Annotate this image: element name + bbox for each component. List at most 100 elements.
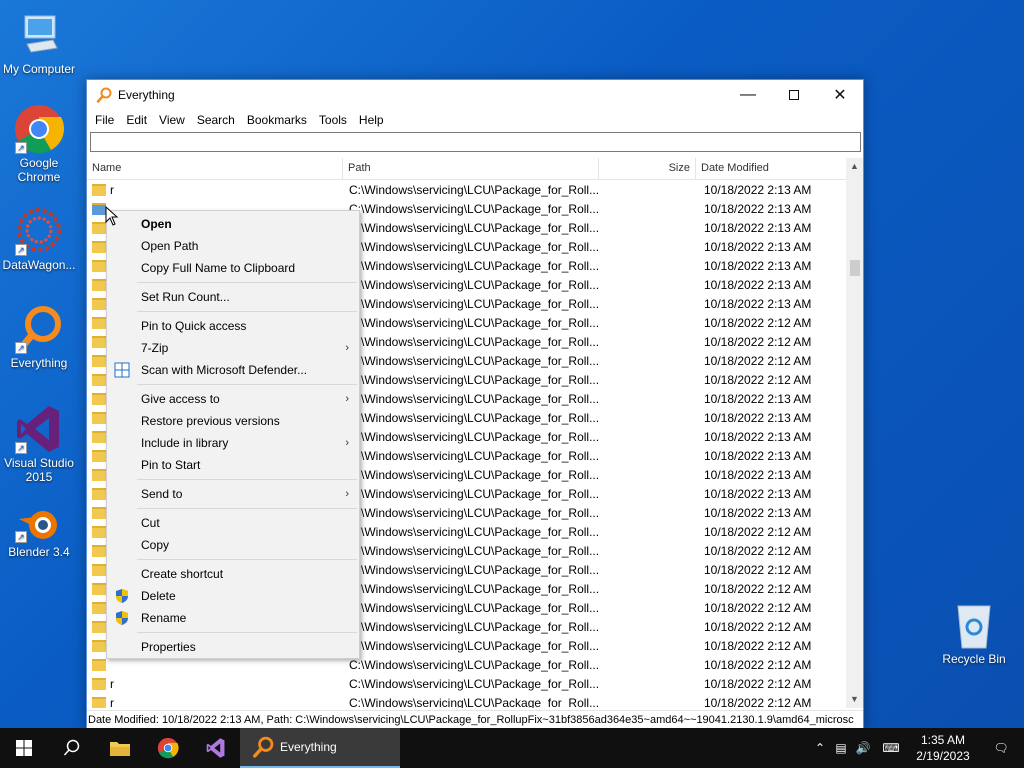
cell-path: C:\Windows\servicing\LCU\Package_for_Rol…: [349, 391, 599, 406]
column-header-date[interactable]: Date Modified: [696, 158, 847, 180]
keyboard-icon[interactable]: ⌨: [874, 741, 908, 755]
menu-tools[interactable]: Tools: [313, 113, 353, 127]
cell-date: 10/18/2022 2:13 AM: [704, 182, 812, 197]
menu-item-restore-previous-versions[interactable]: Restore previous versions: [107, 410, 359, 432]
menu-edit[interactable]: Edit: [120, 113, 153, 127]
desktop-icon-label: Google Chrome: [17, 156, 61, 184]
scrollbar-thumb[interactable]: [850, 260, 860, 276]
cell-date: 10/18/2022 2:13 AM: [704, 201, 812, 216]
notification-icon[interactable]: 🗨: [978, 741, 1024, 755]
menu-item-copy-full-name-to-clipboard[interactable]: Copy Full Name to Clipboard: [107, 257, 359, 279]
cell-path: C:\Windows\servicing\LCU\Package_for_Rol…: [349, 372, 599, 387]
context-menu: Open Open Path Copy Full Name to Clipboard…: [106, 210, 360, 659]
menu-item-scan-with-microsoft-defender[interactable]: Scan with Microsoft Defender...: [107, 359, 359, 381]
menu-item-label: Pin to Start: [141, 458, 201, 472]
chrome-icon: ↗: [13, 104, 65, 154]
desktop-icon-blender[interactable]: ↗ Blender 3.4: [1, 505, 77, 559]
menu-item-7-zip[interactable]: 7-Zip ›: [107, 337, 359, 359]
folder-icon: [92, 278, 106, 291]
menu-item-delete[interactable]: Delete: [107, 585, 359, 607]
folder-icon: [92, 221, 106, 234]
cell-path: C:\Windows\servicing\LCU\Package_for_Rol…: [349, 429, 599, 444]
desktop-icon-label: My Computer: [2, 62, 76, 76]
maximize-button[interactable]: [771, 80, 817, 110]
minimize-button[interactable]: —: [725, 80, 771, 110]
folder-icon: [92, 411, 106, 424]
desktop-icon-everything[interactable]: ↗ Everything: [1, 304, 77, 370]
search-icon: [63, 739, 80, 756]
cell-path: C:\Windows\servicing\LCU\Package_for_Rol…: [349, 258, 599, 273]
table-row[interactable]: r C:\Windows\servicing\LCU\Package_for_Ro…: [87, 180, 847, 199]
taskbar-everything[interactable]: Everything: [240, 728, 400, 768]
menu-item-open[interactable]: Open: [107, 213, 359, 235]
desktop-icon-visual-studio[interactable]: ↗ Visual Studio 2015: [1, 404, 77, 484]
folder-icon: [92, 601, 106, 614]
taskbar-visual-studio[interactable]: [192, 728, 240, 768]
network-icon[interactable]: ▤: [830, 741, 852, 755]
vertical-scrollbar[interactable]: ▲ ▼: [846, 158, 863, 708]
menu-item-include-in-library[interactable]: Include in library ›: [107, 432, 359, 454]
cell-path: C:\Windows\servicing\LCU\Package_for_Rol…: [349, 410, 599, 425]
cell-name-text: r: [110, 676, 114, 691]
status-bar: Date Modified: 10/18/2022 2:13 AM, Path:…: [87, 710, 863, 730]
desktop-icon-datawagon[interactable]: ↗ DataWagon...: [1, 206, 77, 272]
menu-item-label: Delete: [141, 589, 176, 603]
desktop-icon-chrome[interactable]: ↗ Google Chrome: [1, 104, 77, 184]
table-row[interactable]: r C:\Windows\servicing\LCU\Package_for_Ro…: [87, 693, 847, 708]
uac-shield-icon: [116, 589, 128, 603]
close-icon: ✕: [833, 87, 847, 104]
menu-item-pin-to-start[interactable]: Pin to Start: [107, 454, 359, 476]
folder-icon: [92, 658, 106, 671]
table-row[interactable]: r C:\Windows\servicing\LCU\Package_for_Ro…: [87, 674, 847, 693]
menu-view[interactable]: View: [153, 113, 191, 127]
search-button[interactable]: [48, 728, 96, 768]
folder-icon: [110, 742, 130, 756]
menu-item-label: Create shortcut: [141, 567, 224, 581]
clock[interactable]: 1:35 AM 2/19/2023: [908, 732, 978, 764]
taskbar-chrome[interactable]: [144, 728, 192, 768]
folder-icon: [92, 373, 106, 386]
clock-date: 2/19/2023: [916, 749, 970, 763]
desktop-icon-recycle-bin[interactable]: Recycle Bin: [936, 602, 1012, 666]
uac-shield-icon: [116, 611, 128, 625]
menu-item-create-shortcut[interactable]: Create shortcut: [107, 563, 359, 585]
menu-item-copy[interactable]: Copy: [107, 534, 359, 556]
chevron-right-icon: ›: [345, 342, 349, 354]
menu-item-label: Properties: [141, 640, 196, 654]
start-button[interactable]: [0, 728, 48, 768]
menu-file[interactable]: File: [89, 113, 120, 127]
menu-item-set-run-count[interactable]: Set Run Count...: [107, 286, 359, 308]
scroll-up-icon[interactable]: ▲: [846, 158, 863, 175]
title-bar[interactable]: Everything — ✕: [87, 80, 863, 110]
menu-help[interactable]: Help: [353, 113, 390, 127]
menu-item-rename[interactable]: Rename: [107, 607, 359, 629]
cell-date: 10/18/2022 2:13 AM: [704, 486, 812, 501]
menu-item-give-access-to[interactable]: Give access to ›: [107, 388, 359, 410]
folder-icon: [92, 639, 106, 652]
column-header-name[interactable]: Name: [87, 158, 343, 180]
cell-name: r: [87, 696, 343, 708]
desktop-icon-my-computer[interactable]: My Computer: [1, 10, 77, 76]
search-input[interactable]: [90, 132, 861, 152]
menu-item-label: Set Run Count...: [141, 290, 230, 304]
close-button[interactable]: ✕: [817, 80, 863, 110]
menu-search[interactable]: Search: [191, 113, 241, 127]
taskbar-file-explorer[interactable]: [96, 728, 144, 768]
column-header-size[interactable]: Size: [599, 158, 696, 180]
menu-item-pin-to-quick-access[interactable]: Pin to Quick access: [107, 315, 359, 337]
menu-item-properties[interactable]: Properties: [107, 636, 359, 658]
menu-bookmarks[interactable]: Bookmarks: [241, 113, 313, 127]
menu-item-cut[interactable]: Cut: [107, 512, 359, 534]
menu-item-open-path[interactable]: Open Path: [107, 235, 359, 257]
window-title: Everything: [118, 88, 175, 102]
shortcut-arrow-icon: ↗: [15, 342, 27, 354]
menu-item-send-to[interactable]: Send to ›: [107, 483, 359, 505]
cell-path: C:\Windows\servicing\LCU\Package_for_Rol…: [349, 334, 599, 349]
cell-date: 10/18/2022 2:13 AM: [704, 467, 812, 482]
show-hidden-icons-icon[interactable]: ⌃: [810, 741, 830, 755]
cell-path: C:\Windows\servicing\LCU\Package_for_Rol…: [349, 524, 599, 539]
menu-item-label: Give access to: [141, 392, 220, 406]
column-header-path[interactable]: Path: [343, 158, 599, 180]
scroll-down-icon[interactable]: ▼: [846, 691, 863, 708]
volume-icon[interactable]: 🔊: [852, 741, 874, 755]
